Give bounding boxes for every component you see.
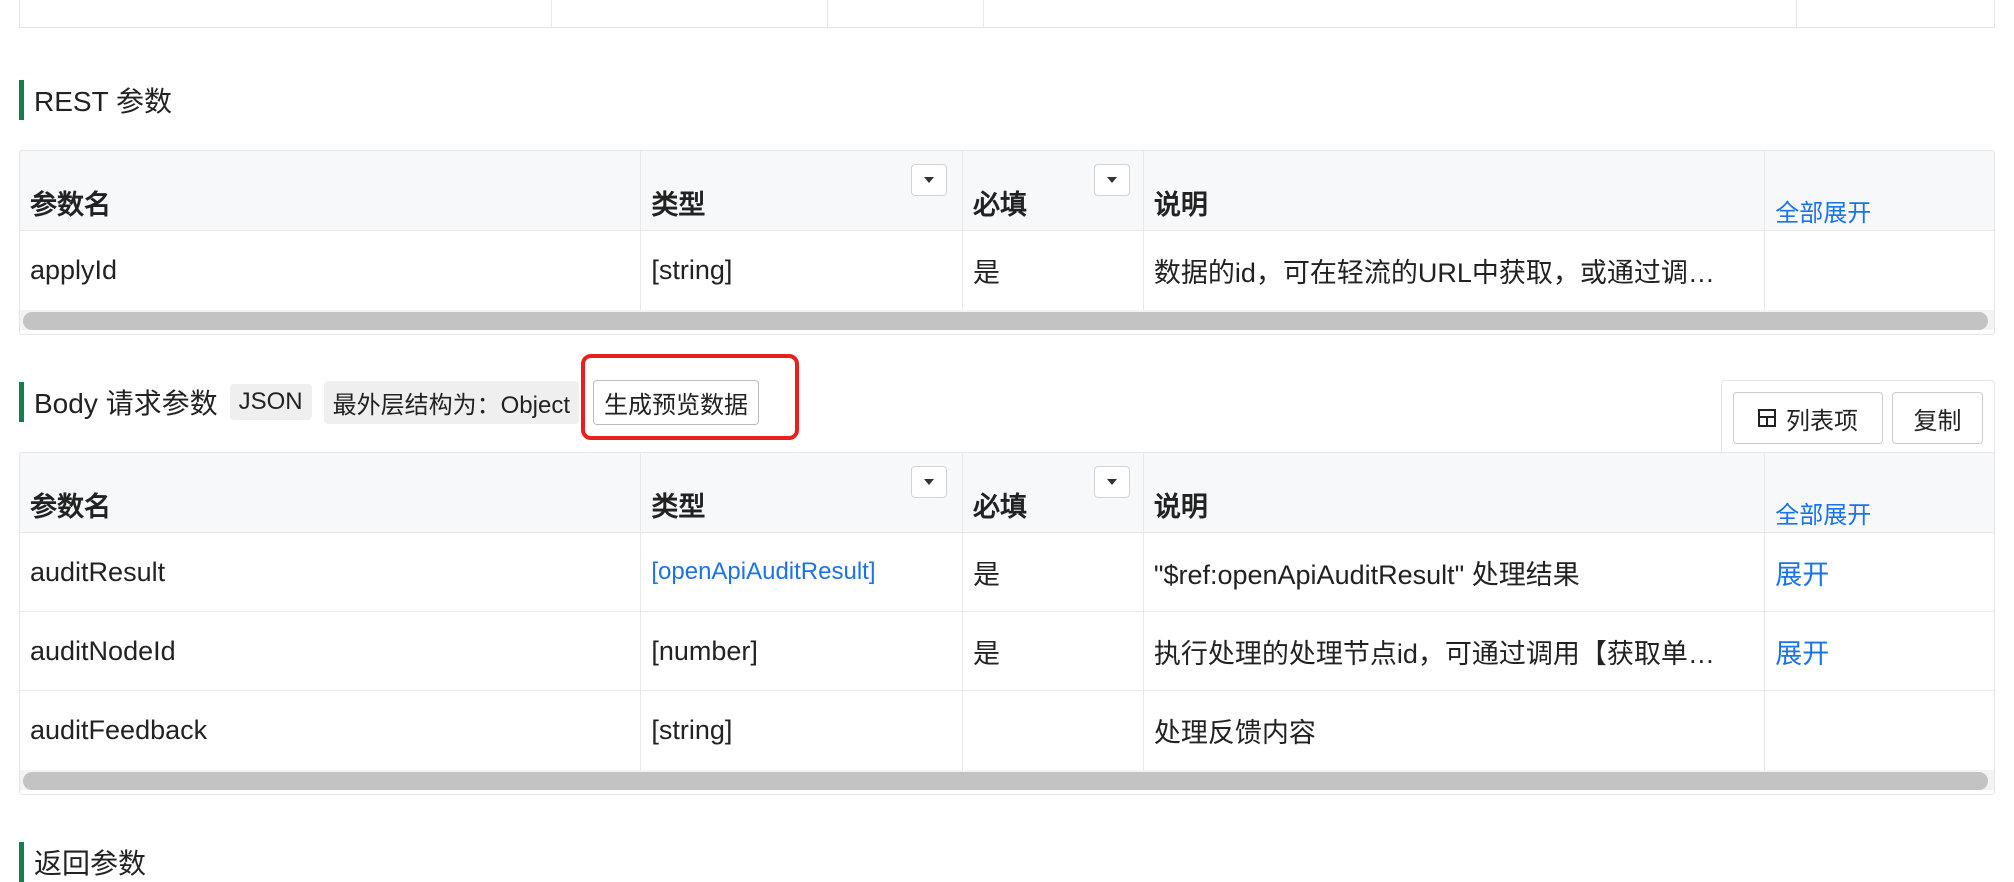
- section-accent-bar: [19, 842, 24, 882]
- columns-button[interactable]: 列表项: [1733, 392, 1883, 444]
- expand-all-link[interactable]: 全部展开: [1765, 453, 1994, 532]
- cell-required: 是: [963, 612, 1144, 690]
- cell-desc: "$ref:openApiAuditResult" 处理结果: [1144, 533, 1766, 611]
- cell-type: [string]: [641, 691, 964, 770]
- response-params-title: 返回参数: [34, 848, 147, 879]
- table-row: auditFeedback [string] 处理反馈内容: [20, 691, 1994, 770]
- horizontal-scrollbar-track[interactable]: [20, 770, 1994, 790]
- rest-params-title: REST 参数: [34, 86, 172, 117]
- table-header-row: 参数名 类型 必填 说明 全部展开: [20, 453, 1994, 533]
- section-accent-bar: [19, 382, 24, 422]
- cell-desc: 处理反馈内容: [1144, 691, 1766, 770]
- cell-required: 是: [963, 231, 1144, 310]
- horizontal-scrollbar-track[interactable]: [20, 310, 1994, 330]
- cell-desc: 数据的id，可在轻流的URL中获取，或通过调…: [1144, 231, 1766, 310]
- section-accent-bar: [19, 80, 24, 120]
- horizontal-scrollbar-thumb[interactable]: [23, 312, 1988, 330]
- header-desc: 说明: [1144, 453, 1766, 532]
- type-filter-dropdown[interactable]: [911, 164, 948, 196]
- cell-name: auditFeedback: [20, 691, 642, 770]
- cell-name: [20, 0, 553, 27]
- rest-params-header: REST 参数: [19, 80, 172, 120]
- cell-action: [1765, 691, 1994, 770]
- copy-button[interactable]: 复制: [1892, 392, 1983, 444]
- cell-required: 是: [828, 0, 985, 27]
- header-desc: 说明: [1144, 151, 1766, 230]
- table-icon: [1758, 409, 1776, 427]
- header-type: 类型: [641, 453, 964, 532]
- cell-name: auditNodeId: [20, 612, 642, 690]
- table-header-row: 参数名 类型 必填 说明 全部展开: [20, 151, 1994, 231]
- cell-type-link[interactable]: [openApiAuditResult]: [641, 533, 964, 611]
- format-badge: JSON: [229, 384, 312, 420]
- required-filter-dropdown[interactable]: [1094, 466, 1131, 498]
- body-params-title: Body 请求参数: [34, 388, 218, 419]
- cell-type: [string]: [641, 231, 964, 310]
- cell-action: [1765, 231, 1994, 310]
- cell-name: applyId: [20, 231, 642, 310]
- expand-row-link[interactable]: 展开: [1765, 612, 1994, 690]
- table-row: auditNodeId [number] 是 执行处理的处理节点id，可通过调用…: [20, 612, 1994, 691]
- cell-required: 是: [963, 533, 1144, 611]
- horizontal-scrollbar-thumb[interactable]: [23, 772, 1988, 790]
- expand-all-link[interactable]: 全部展开: [1765, 151, 1994, 230]
- structure-badge: 最外层结构为：Object: [323, 380, 579, 424]
- type-filter-dropdown[interactable]: [911, 466, 948, 498]
- header-required: 必填: [963, 453, 1144, 532]
- cell-required: [963, 691, 1144, 770]
- header-name: 参数名: [20, 151, 642, 230]
- header-required: 必填: [963, 151, 1144, 230]
- rest-params-table: 参数名 类型 必填 说明 全部展开 applyId [string] 是 数据的…: [19, 150, 1995, 335]
- cell-action: [1797, 0, 1994, 27]
- table-row: auditResult [openApiAuditResult] 是 "$ref…: [20, 533, 1994, 612]
- expand-row-link[interactable]: 展开: [1765, 533, 1994, 611]
- cell-desc: [984, 0, 1798, 27]
- header-type: 类型: [641, 151, 964, 230]
- table-row: applyId [string] 是 数据的id，可在轻流的URL中获取，或通过…: [20, 231, 1994, 310]
- highlight-box: [581, 354, 799, 440]
- previous-table-last-row: 是: [19, 0, 1995, 28]
- body-params-table: 参数名 类型 必填 说明 全部展开 auditResult [openApiAu…: [19, 452, 1995, 795]
- required-filter-dropdown[interactable]: [1094, 164, 1131, 196]
- header-name: 参数名: [20, 453, 642, 532]
- cell-type: [552, 0, 829, 27]
- cell-desc: 执行处理的处理节点id，可通过调用【获取单…: [1144, 612, 1766, 690]
- cell-name: auditResult: [20, 533, 642, 611]
- response-params-header: 返回参数: [19, 842, 146, 882]
- cell-type: [number]: [641, 612, 964, 690]
